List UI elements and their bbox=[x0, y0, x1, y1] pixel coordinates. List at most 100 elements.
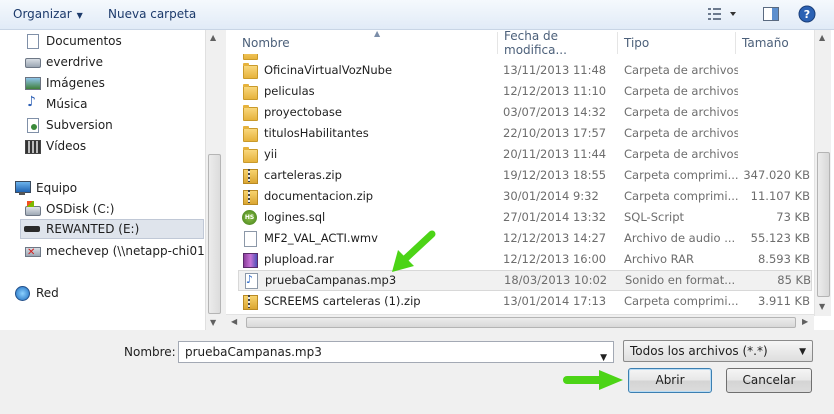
folder-icon bbox=[242, 126, 258, 142]
nav-item-label: Vídeos bbox=[46, 139, 87, 153]
nav-item-red[interactable]: Red bbox=[14, 283, 59, 303]
nav-item-equipo[interactable]: Equipo bbox=[14, 178, 77, 198]
folder-icon bbox=[242, 147, 258, 163]
folder-icon bbox=[242, 54, 258, 60]
file-date: 13/11/2013 11:48 bbox=[503, 63, 607, 77]
column-header-size[interactable]: Tamaño bbox=[736, 32, 814, 54]
column-header-name[interactable]: Nombre ▲ bbox=[236, 29, 498, 54]
videos-icon bbox=[24, 138, 41, 154]
scroll-up-icon[interactable]: ▲ bbox=[210, 33, 216, 42]
table-row[interactable]: MF2_VAL_ACTI.wmv 12/12/2013 14:27 Archiv… bbox=[226, 228, 814, 249]
organize-label: Organizar bbox=[13, 7, 72, 21]
file-name: yii bbox=[264, 147, 278, 161]
view-list-icon[interactable] bbox=[706, 5, 738, 23]
nav-item-videos[interactable]: Vídeos bbox=[24, 136, 86, 156]
folder-icon bbox=[242, 63, 258, 79]
file-date: 13/01/2014 17:13 bbox=[503, 294, 607, 308]
file-list-vertical-scrollbar[interactable]: ▲ ▼ bbox=[814, 30, 831, 316]
network-drive-icon bbox=[24, 243, 41, 259]
file-date: 20/11/2013 11:44 bbox=[503, 147, 607, 161]
os-disk-icon bbox=[24, 201, 41, 217]
nav-item-imagenes[interactable]: Imágenes bbox=[24, 73, 105, 93]
zip-icon bbox=[242, 294, 258, 310]
audio-file-icon bbox=[243, 273, 259, 289]
column-name-label: Nombre bbox=[242, 36, 290, 50]
scroll-down-icon[interactable]: ▼ bbox=[210, 318, 216, 327]
music-icon bbox=[24, 94, 40, 112]
cancel-button[interactable]: Cancelar bbox=[726, 368, 812, 393]
file-name: OficinaVirtualVozNube bbox=[264, 63, 393, 77]
column-header-date[interactable]: Fecha de modifica... bbox=[498, 29, 618, 57]
drive-icon bbox=[24, 54, 41, 70]
organize-button[interactable]: Organizar ▼ bbox=[13, 7, 83, 21]
nav-scroll-thumb[interactable] bbox=[208, 154, 221, 314]
pictures-icon bbox=[24, 75, 41, 91]
nav-item-label: Documentos bbox=[46, 34, 122, 48]
file-name: peliculas bbox=[264, 84, 315, 98]
scroll-down-icon[interactable]: ▼ bbox=[819, 302, 825, 311]
table-row[interactable]: proyectobase 03/07/2013 14:32 Carpeta de… bbox=[226, 102, 814, 123]
scroll-up-icon[interactable]: ▲ bbox=[819, 33, 825, 42]
table-row[interactable]: plupload.rar 12/12/2013 16:00 Archivo RA… bbox=[226, 249, 814, 270]
help-icon[interactable]: ? bbox=[798, 5, 816, 23]
document-icon bbox=[242, 231, 258, 247]
file-date: 12/12/2013 16:00 bbox=[503, 252, 607, 266]
chevron-down-icon: ▼ bbox=[76, 11, 83, 20]
file-date: 18/03/2013 10:02 bbox=[504, 273, 608, 287]
svg-text:?: ? bbox=[804, 8, 810, 21]
table-row[interactable]: peliculas 12/12/2013 11:10 Carpeta de ar… bbox=[226, 81, 814, 102]
file-type: Carpeta de archivos bbox=[624, 147, 738, 161]
nav-item-everdrive[interactable]: everdrive bbox=[24, 52, 103, 72]
chevron-down-icon[interactable]: ▼ bbox=[600, 348, 607, 368]
scroll-right-icon[interactable]: ▶ bbox=[802, 317, 808, 326]
nav-item-rewanted[interactable]: REWANTED (E:) bbox=[20, 219, 204, 239]
file-name: MF2_VAL_ACTI.wmv bbox=[264, 231, 378, 245]
file-size: 85 KB bbox=[777, 273, 811, 287]
table-row[interactable]: carteleras.zip 19/12/2013 18:55 Carpeta … bbox=[226, 165, 814, 186]
usb-drive-icon bbox=[24, 221, 40, 237]
nav-item-subversion[interactable]: Subversion bbox=[24, 115, 113, 135]
file-name: SCREEMS carteleras (1).zip bbox=[264, 294, 421, 308]
file-date: 12/12/2013 14:27 bbox=[503, 231, 607, 245]
column-date-label: Fecha de modifica... bbox=[504, 29, 567, 57]
rar-archive-icon bbox=[242, 252, 258, 268]
subversion-icon bbox=[24, 117, 40, 133]
preview-pane-icon[interactable] bbox=[762, 5, 780, 23]
file-date: 12/12/2013 11:10 bbox=[503, 84, 607, 98]
nav-item-mechevep[interactable]: mechevep (\\netapp-chi01b\b bbox=[24, 241, 206, 261]
file-name: documentacion.zip bbox=[264, 189, 374, 203]
table-row[interactable]: yii 20/11/2013 11:44 Carpeta de archivos bbox=[226, 144, 814, 165]
file-type: Carpeta de archivos bbox=[624, 84, 738, 98]
column-header-type[interactable]: Tipo bbox=[618, 32, 736, 54]
new-folder-button[interactable]: Nueva carpeta bbox=[108, 7, 196, 21]
filename-value: pruebaCampanas.mp3 bbox=[185, 345, 322, 359]
file-size: 55.123 KB bbox=[750, 231, 810, 245]
file-size: 11.107 KB bbox=[750, 189, 810, 203]
scroll-left-icon[interactable]: ◀ bbox=[231, 317, 237, 326]
annotation-arrow-icon bbox=[563, 370, 623, 390]
nav-item-label: OSDisk (C:) bbox=[46, 202, 115, 216]
documents-icon bbox=[24, 33, 40, 49]
file-type: Carpeta comprimi... bbox=[624, 294, 738, 308]
nav-item-documentos[interactable]: Documentos bbox=[24, 31, 122, 51]
filename-input[interactable]: pruebaCampanas.mp3 ▼ bbox=[178, 341, 614, 363]
table-row[interactable]: logines.sql 27/01/2014 13:32 SQL-Script … bbox=[226, 207, 814, 228]
vertical-scroll-thumb[interactable] bbox=[817, 152, 830, 297]
open-button[interactable]: Abrir bbox=[628, 368, 712, 393]
nav-item-osdisk[interactable]: OSDisk (C:) bbox=[24, 199, 114, 219]
nav-scrollbar[interactable]: ▲ ▼ bbox=[205, 30, 222, 330]
command-bar: Organizar ▼ Nueva carpeta ? bbox=[0, 0, 834, 30]
table-row[interactable]: titulosHabilitantes 22/10/2013 17:57 Car… bbox=[226, 123, 814, 144]
file-list-horizontal-scrollbar[interactable]: ◀ ▶ bbox=[226, 314, 814, 330]
file-type: Carpeta de archivos bbox=[624, 63, 738, 77]
table-row[interactable]: OficinaVirtualVozNube 13/11/2013 11:48 C… bbox=[226, 60, 814, 81]
table-row-selected[interactable]: pruebaCampanas.mp3 18/03/2013 10:02 Soni… bbox=[238, 270, 812, 291]
file-type-filter-select[interactable]: Todos los archivos (*.*) ▼ bbox=[623, 340, 813, 362]
file-name: carteleras.zip bbox=[264, 168, 342, 182]
file-date: 27/01/2014 13:32 bbox=[503, 210, 607, 224]
table-row[interactable]: SCREEMS carteleras (1).zip 13/01/2014 17… bbox=[226, 291, 814, 312]
table-row[interactable]: documentacion.zip 30/01/2014 9:32 Carpet… bbox=[226, 186, 814, 207]
nav-item-musica[interactable]: Música bbox=[24, 94, 88, 114]
horizontal-scroll-thumb[interactable] bbox=[246, 317, 796, 328]
nav-item-label: Subversion bbox=[46, 118, 113, 132]
